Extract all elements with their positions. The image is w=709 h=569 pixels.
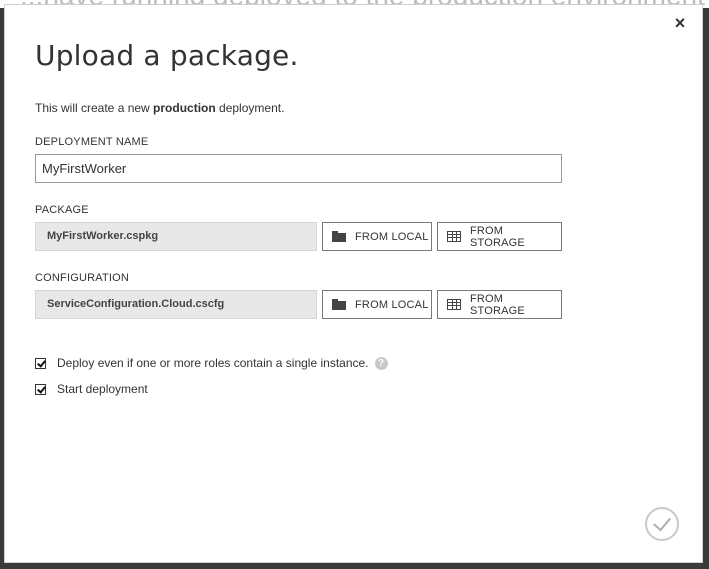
package-from-storage-label: FROM STORAGE — [469, 224, 525, 249]
dialog-title: Upload a package. — [35, 39, 299, 72]
configuration-from-local-label: FROM LOCAL — [355, 298, 429, 311]
deploy-single-instance-label: Deploy even if one or more roles contain… — [57, 356, 369, 370]
configuration-from-storage-button[interactable]: FROM STORAGE — [437, 290, 562, 319]
package-from-local-label: FROM LOCAL — [355, 230, 429, 243]
package-file-field: MyFirstWorker.cspkg — [35, 222, 317, 251]
deploy-single-instance-option[interactable]: Deploy even if one or more roles contain… — [35, 356, 388, 370]
configuration-file-field: ServiceConfiguration.Cloud.cscfg — [35, 290, 317, 319]
description-emphasis: production — [153, 101, 216, 115]
deployment-name-input[interactable] — [35, 154, 562, 183]
upload-package-dialog: × Upload a package. This will create a n… — [4, 4, 703, 563]
package-from-storage-button[interactable]: FROM STORAGE — [437, 222, 562, 251]
start-deployment-checkbox[interactable] — [35, 383, 46, 395]
deploy-single-instance-checkbox[interactable] — [35, 357, 46, 369]
description-prefix: This will create a new — [35, 101, 154, 115]
dialog-description: This will create a new production deploy… — [35, 101, 284, 115]
configuration-label: CONFIGURATION — [35, 272, 130, 284]
table-icon — [447, 299, 461, 310]
start-deployment-label: Start deployment — [57, 382, 148, 396]
deployment-name-label: DEPLOYMENT NAME — [35, 136, 149, 148]
folder-icon — [332, 231, 346, 242]
configuration-from-storage-label: FROM STORAGE — [469, 292, 525, 317]
start-deployment-option[interactable]: Start deployment — [35, 382, 148, 396]
package-from-local-button[interactable]: FROM LOCAL — [322, 222, 432, 251]
description-suffix: deployment. — [215, 101, 285, 115]
configuration-from-local-button[interactable]: FROM LOCAL — [322, 290, 432, 319]
table-icon — [447, 231, 461, 242]
question-icon[interactable]: ? — [374, 356, 388, 370]
package-label: PACKAGE — [35, 204, 89, 216]
folder-icon — [332, 299, 346, 310]
close-icon[interactable]: × — [672, 14, 688, 32]
checkmark-icon[interactable] — [645, 507, 679, 541]
